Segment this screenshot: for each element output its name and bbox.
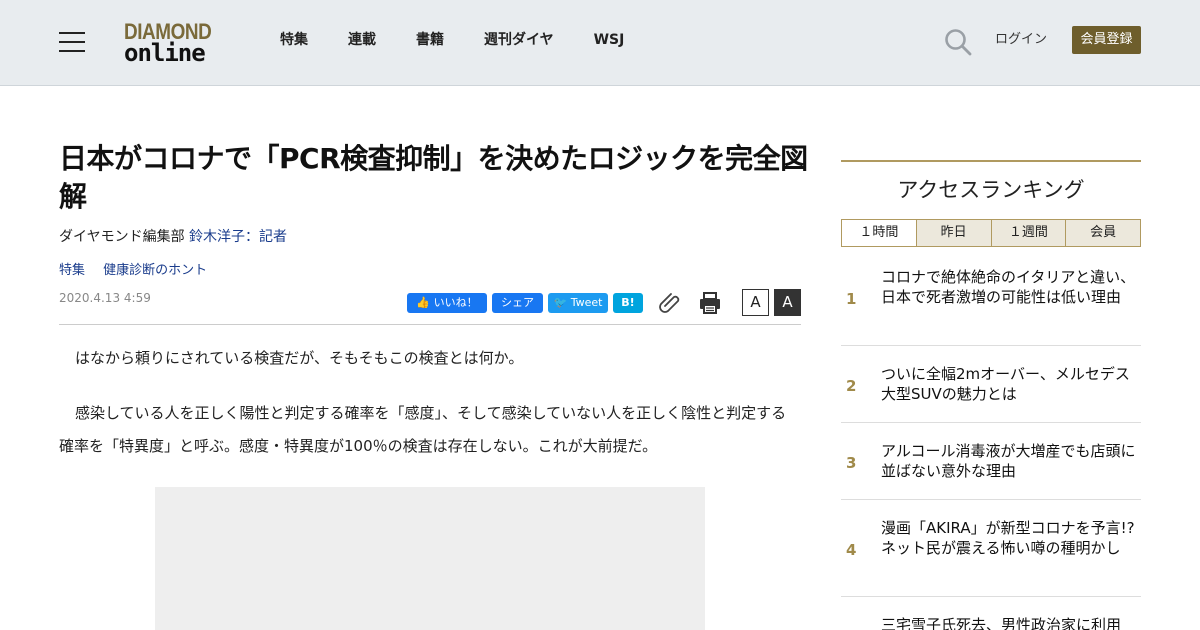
article-title: 日本がコロナで「PCR検査抑制」を決めたロジックを完全図解 xyxy=(59,142,808,213)
site-header: DIAMOND online 特集 連載 書籍 週刊ダイヤ WSJ ログイン 会… xyxy=(0,0,1200,86)
rank-headline: ついに全幅2mオーバー、メルセデス大型SUVの魅力とは xyxy=(881,365,1130,403)
main-nav: 特集 連載 書籍 週刊ダイヤ WSJ xyxy=(280,30,664,50)
ranking-item-3[interactable]: 3 アルコール消毒液が大増産でも店頭に並ばない意外な理由 xyxy=(841,423,1141,500)
article-divider xyxy=(59,324,801,325)
tag-link-health-check[interactable]: 健康診断のホント xyxy=(103,263,207,278)
hatena-bookmark-button[interactable]: B! xyxy=(613,293,643,313)
article-date: 2020.4.13 4:59 xyxy=(59,291,151,305)
article-paragraph: 感染している人を正しく陽性と判定する確率を「感度」、そして感染していない人を正し… xyxy=(59,404,787,455)
ranking-item-2[interactable]: 2 ついに全幅2mオーバー、メルセデス大型SUVの魅力とは xyxy=(841,346,1141,423)
byline-department: ダイヤモンド編集部 xyxy=(59,229,190,245)
tweet-button[interactable]: 🐦 Tweet xyxy=(548,293,608,313)
rank-number: 1 xyxy=(846,290,857,308)
register-button[interactable]: 会員登録 xyxy=(1072,26,1141,54)
tab-yesterday[interactable]: 昨日 xyxy=(915,220,991,246)
site-logo[interactable]: DIAMOND online xyxy=(124,20,228,67)
tag-link-features[interactable]: 特集 xyxy=(59,263,85,278)
rank-headline: 三宅雪子氏死去、男性政治家に利用 xyxy=(881,616,1122,630)
print-icon[interactable] xyxy=(698,291,722,315)
nav-item-series[interactable]: 連載 xyxy=(348,30,376,50)
facebook-like-button[interactable]: 👍 いいね！ xyxy=(407,293,487,313)
like-label: いいね！ xyxy=(433,296,478,309)
byline-author-link[interactable]: 鈴木洋子：記者 xyxy=(189,229,287,245)
twitter-bird-icon: 🐦 xyxy=(553,296,568,309)
logo-bottom-text: online xyxy=(124,39,206,67)
font-size-small-button[interactable]: A xyxy=(742,289,769,316)
tweet-label: Tweet xyxy=(570,296,603,309)
rank-number: 4 xyxy=(846,541,857,559)
ad-placeholder xyxy=(155,487,705,630)
nav-item-features[interactable]: 特集 xyxy=(280,30,308,50)
tab-1-hour[interactable]: １時間 xyxy=(842,220,916,246)
login-link[interactable]: ログイン xyxy=(995,31,1047,49)
rank-number: 3 xyxy=(846,454,857,472)
nav-item-weekly-diamond[interactable]: 週刊ダイヤ xyxy=(484,30,554,50)
paperclip-icon[interactable] xyxy=(658,291,682,313)
share-buttons: 👍 いいね！ シェア 🐦 Tweet B! xyxy=(407,293,648,313)
rank-number: 2 xyxy=(846,377,857,395)
ranking-tabs: １時間 昨日 １週間 会員 xyxy=(841,219,1141,247)
facebook-share-button[interactable]: シェア xyxy=(492,293,543,313)
thumbs-up-icon: 👍 xyxy=(416,296,431,309)
tab-1-week[interactable]: １週間 xyxy=(990,220,1066,246)
ranking-item-4[interactable]: 4 漫画「AKIRA」が新型コロナを予言!?ネット民が震える怖い噂の種明かし xyxy=(841,500,1141,597)
ranking-item-5[interactable]: 5 三宅雪子氏死去、男性政治家に利用 xyxy=(841,597,1141,630)
article-paragraph: はなから頼りにされている検査だが、そもそもこの検査とは何か。 xyxy=(75,349,524,367)
rank-headline: コロナで絶体絶命のイタリアと違い、日本で死者激増の可能性は低い理由 xyxy=(881,268,1136,306)
ranking-item-1[interactable]: 1 コロナで絶体絶命のイタリアと違い、日本で死者激増の可能性は低い理由 xyxy=(841,247,1141,346)
sidebar-rule xyxy=(841,160,1141,162)
nav-item-books[interactable]: 書籍 xyxy=(416,30,444,50)
article-byline: ダイヤモンド編集部 鈴木洋子：記者 xyxy=(59,227,287,247)
article-tags: 特集 健康診断のホント xyxy=(59,262,221,280)
rank-headline: 漫画「AKIRA」が新型コロナを予言!?ネット民が震える怖い噂の種明かし xyxy=(881,519,1135,557)
font-size-large-button[interactable]: A xyxy=(774,289,801,316)
menu-icon[interactable] xyxy=(59,32,85,52)
rank-headline: アルコール消毒液が大増産でも店頭に並ばない意外な理由 xyxy=(881,442,1136,480)
ranking-title: アクセスランキング xyxy=(897,178,1085,202)
tab-members[interactable]: 会員 xyxy=(1065,220,1140,246)
nav-item-wsj[interactable]: WSJ xyxy=(594,30,625,50)
search-icon[interactable] xyxy=(944,28,972,56)
